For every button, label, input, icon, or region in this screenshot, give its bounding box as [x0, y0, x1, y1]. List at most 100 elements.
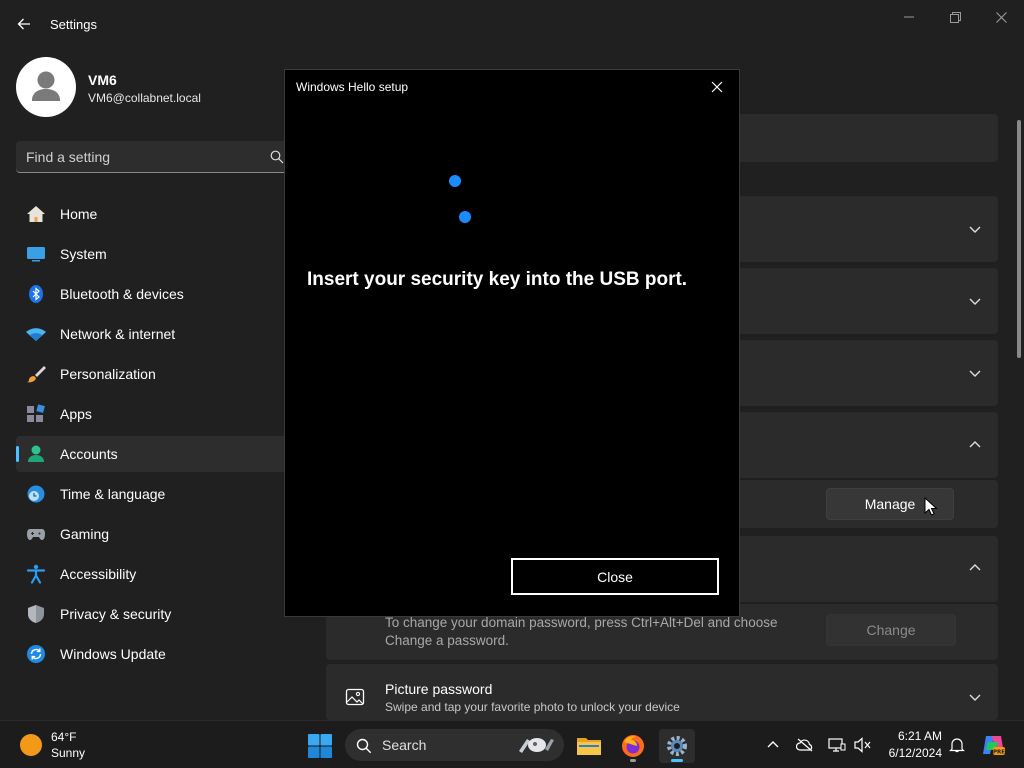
spinner-dot — [459, 211, 471, 223]
sidebar-item-label: System — [60, 246, 107, 262]
picture-icon — [345, 688, 365, 706]
avatar[interactable] — [16, 57, 76, 117]
maximize-icon — [949, 11, 961, 23]
sidebar-item-bluetooth[interactable]: Bluetooth & devices — [16, 276, 290, 312]
close-window-button[interactable] — [981, 6, 1021, 28]
sidebar-item-home[interactable]: Home — [16, 196, 290, 232]
sidebar-item-privacy[interactable]: Privacy & security — [16, 596, 290, 632]
clock-time[interactable]: 6:21 AM — [896, 729, 942, 743]
weather-temp: 64°F — [51, 730, 77, 744]
sidebar-nav: Home System Bluetooth & devices Network … — [16, 196, 290, 676]
tray-volume[interactable] — [854, 736, 872, 754]
password-change-text: To change your domain password, press Ct… — [385, 615, 778, 648]
gamepad-icon — [27, 529, 45, 540]
picture-password-description: Swipe and tap your favorite photo to unl… — [385, 700, 680, 714]
sidebar-item-label: Windows Update — [60, 646, 166, 662]
sidebar-item-time-language[interactable]: Time & language — [16, 476, 290, 512]
clock-date[interactable]: 6/12/2024 — [882, 746, 942, 760]
taskbar-search[interactable]: Search — [345, 729, 564, 761]
minimize-button[interactable] — [889, 6, 929, 28]
user-email: VM6@collabnet.local — [88, 91, 201, 105]
accounts-icon — [28, 445, 44, 462]
back-button[interactable] — [10, 10, 38, 38]
bluetooth-icon — [29, 285, 43, 303]
sun-icon — [20, 734, 42, 756]
tray-onedrive[interactable] — [796, 736, 814, 754]
brush-icon — [27, 366, 46, 383]
back-arrow-icon — [17, 18, 30, 30]
spinner-dot — [449, 175, 461, 187]
sidebar-item-accounts[interactable]: Accounts — [16, 436, 290, 472]
svg-text:PRE: PRE — [993, 750, 1005, 756]
change-password-button[interactable]: Change — [826, 614, 956, 646]
sidebar-item-label: Gaming — [60, 526, 110, 542]
dialog-close-button[interactable] — [705, 78, 729, 96]
search-icon[interactable] — [270, 150, 284, 164]
home-icon — [27, 206, 45, 222]
update-icon — [27, 645, 45, 663]
sidebar-item-gaming[interactable]: Gaming — [16, 516, 290, 552]
sidebar-item-label: Personalization — [60, 366, 156, 382]
weather-condition: Sunny — [51, 746, 86, 760]
mouse-cursor-icon — [924, 497, 938, 516]
tray-overflow-button[interactable] — [764, 736, 782, 754]
sidebar-item-label: Home — [60, 206, 98, 222]
search-box[interactable] — [16, 141, 290, 173]
wifi-icon — [26, 328, 46, 341]
dialog-title: Windows Hello setup — [296, 80, 409, 94]
user-name: VM6 — [88, 72, 117, 88]
bell-icon — [949, 738, 965, 753]
picture-password-title: Picture password — [385, 681, 493, 697]
network-monitor-icon — [828, 738, 846, 752]
taskbar: 64°F Sunny Search 6:21 AM 6/12/2024 PRE — [0, 720, 1024, 768]
windows-start-icon[interactable] — [307, 733, 333, 759]
scrollbar-thumb[interactable] — [1017, 120, 1021, 358]
taskbar-app-file-explorer[interactable] — [571, 729, 607, 763]
sidebar-item-label: Bluetooth & devices — [60, 286, 184, 302]
chevron-down-icon — [969, 298, 981, 305]
tray-network[interactable] — [828, 736, 846, 754]
sidebar-item-system[interactable]: System — [16, 236, 290, 272]
taskbar-app-settings[interactable] — [659, 729, 695, 763]
sidebar-item-label: Privacy & security — [60, 606, 172, 622]
accessibility-icon — [26, 564, 46, 584]
sidebar-item-accessibility[interactable]: Accessibility — [16, 556, 290, 592]
app-title: Settings — [50, 17, 97, 32]
sidebar-item-label: Network & internet — [60, 326, 176, 342]
chevron-up-icon — [969, 564, 981, 571]
running-indicator — [630, 759, 636, 762]
firefox-icon — [622, 735, 644, 757]
sidebar-item-label: Time & language — [60, 486, 166, 502]
sidebar-item-label: Apps — [60, 406, 92, 422]
time-language-icon — [27, 485, 45, 503]
chevron-up-icon — [969, 441, 981, 448]
chevron-down-icon — [969, 226, 981, 233]
sidebar-item-windows-update[interactable]: Windows Update — [16, 636, 290, 672]
search-icon — [356, 738, 372, 754]
tray-notifications[interactable] — [948, 736, 966, 754]
maximize-button[interactable] — [935, 6, 975, 28]
tray-copilot[interactable]: PRE — [980, 732, 1006, 758]
sidebar-item-label: Accounts — [60, 446, 118, 462]
cloud-off-icon — [796, 738, 813, 752]
chevron-down-icon — [969, 370, 981, 377]
close-icon — [995, 11, 1007, 23]
folder-icon — [577, 738, 601, 755]
dialog-message: Insert your security key into the USB po… — [307, 269, 688, 290]
minimize-icon — [904, 16, 914, 18]
sidebar-item-personalization[interactable]: Personalization — [16, 356, 290, 392]
person-icon — [32, 71, 60, 101]
taskbar-search-label: Search — [382, 737, 427, 753]
taskbar-app-firefox[interactable] — [615, 729, 651, 763]
close-button[interactable]: Close — [511, 558, 719, 595]
chevron-up-icon — [767, 741, 779, 748]
search-highlight-icon — [519, 738, 554, 753]
copilot-icon: PRE — [983, 736, 1005, 756]
active-indicator — [671, 759, 683, 762]
sidebar-item-network[interactable]: Network & internet — [16, 316, 290, 352]
sidebar-item-label: Accessibility — [60, 566, 137, 582]
shield-icon — [28, 605, 44, 623]
system-icon — [27, 247, 45, 262]
sidebar-item-apps[interactable]: Apps — [16, 396, 290, 432]
search-input[interactable] — [26, 141, 266, 172]
